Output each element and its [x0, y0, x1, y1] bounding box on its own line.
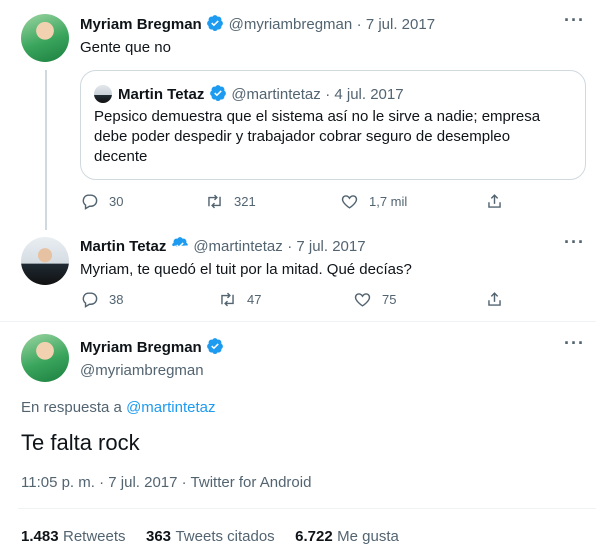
quoted-text: Pepsico demuestra que el sistema así no …	[94, 107, 579, 167]
quoted-tweet-header: Martin Tetaz @martintetaz · 4 jul. 2017	[118, 84, 404, 104]
main-tweet-meta[interactable]: 11:05 p. m. · 7 jul. 2017 · Twitter for …	[21, 474, 311, 491]
tweet1-share-button[interactable]	[485, 192, 504, 211]
share-icon	[488, 292, 501, 306]
likes-count: 6.722	[295, 528, 333, 545]
tweet2-reply-button[interactable]: 38	[80, 290, 123, 309]
verified-badge-icon	[207, 338, 224, 354]
tweet2-more-options-icon[interactable]: ···	[564, 232, 585, 253]
verified-badge-icon	[207, 15, 224, 31]
divider	[18, 508, 596, 509]
quoted-tweet[interactable]: Martin Tetaz @martintetaz · 4 jul. 2017 …	[80, 70, 586, 180]
tweet2-text: Myriam, te quedó el tuit por la mitad. Q…	[80, 261, 412, 278]
avatar-myriam-bregman[interactable]	[21, 334, 69, 382]
verified-badge-icon	[171, 237, 188, 249]
tweet1-reply-button[interactable]: 30	[80, 192, 123, 211]
tweet2-retweet-button[interactable]: 47	[218, 290, 261, 309]
share-icon	[488, 194, 501, 208]
divider	[0, 321, 596, 322]
main-author-name[interactable]: Myriam Bregman	[80, 339, 202, 356]
tweet2-like-count: 75	[382, 292, 397, 307]
main-handle[interactable]: @myriambregman	[80, 362, 224, 379]
tweet2-date[interactable]: · 7 jul. 2017	[287, 238, 365, 255]
tweet2-handle[interactable]: @martintetaz	[193, 238, 282, 255]
main-author: Myriam Bregman @myriambregman	[80, 337, 224, 379]
thread-line	[45, 70, 47, 230]
tweet1-text: Gente que no	[80, 39, 171, 56]
tweet1-header: Myriam Bregman @myriambregman · 7 jul. 2…	[80, 14, 435, 34]
tweet1-reply-count: 30	[109, 194, 124, 209]
reply-icon	[82, 194, 98, 210]
reply-context: En respuesta a @martintetaz	[21, 399, 216, 416]
avatar-martin-tetaz[interactable]	[21, 237, 69, 285]
tweet2-share-button[interactable]	[485, 290, 504, 309]
like-icon	[341, 195, 358, 209]
tweet1-author-name[interactable]: Myriam Bregman	[80, 16, 202, 33]
tweet2-header: Martin Tetaz @martintetaz · 7 jul. 2017	[80, 236, 366, 256]
likes-stat[interactable]: 6.722 Me gusta	[295, 528, 399, 545]
tweet1-date[interactable]: · 7 jul. 2017	[357, 16, 435, 33]
tweet2-author-name[interactable]: Martin Tetaz	[80, 238, 166, 255]
tweet2-like-button[interactable]: 75	[353, 290, 396, 309]
quoted-tweet-avatar	[94, 85, 112, 103]
quotes-label: Tweets citados	[175, 528, 275, 545]
avatar-myriam-bregman[interactable]	[21, 14, 69, 62]
like-icon	[354, 293, 371, 307]
tweet2-reply-count: 38	[109, 292, 124, 307]
reply-context-prefix: En respuesta a	[21, 399, 122, 416]
verified-badge-icon	[209, 85, 226, 101]
quotes-count: 363	[145, 528, 172, 545]
quoted-author-name: Martin Tetaz	[118, 86, 205, 103]
tweet1-more-options-icon[interactable]: ···	[564, 10, 585, 31]
tweet-stats: 1.483 Retweets 363 Tweets citados 6.722 …	[21, 528, 399, 546]
likes-label: Me gusta	[337, 528, 399, 545]
tweet1-handle[interactable]: @myriambregman	[229, 16, 353, 33]
retweets-label: Retweets	[63, 528, 126, 545]
quoted-text-line: Pepsico demuestra que el sistema así no …	[94, 108, 541, 125]
tweet1-retweet-button[interactable]: 321	[205, 192, 256, 211]
tweet1-like-button[interactable]: 1,7 mil	[340, 192, 407, 211]
quoted-text-line: debe poder despedir y trabajador cobrar …	[94, 128, 511, 145]
quoted-handle: @martintetaz	[231, 86, 321, 103]
retweets-stat[interactable]: 1.483 Retweets	[21, 528, 130, 545]
tweet1-retweet-count: 321	[234, 194, 256, 209]
retweets-count: 1.483	[21, 528, 59, 545]
tweet1-like-count: 1,7 mil	[369, 194, 408, 209]
reply-to-link[interactable]: @martintetaz	[126, 399, 215, 416]
quoted-date: · 4 jul. 2017	[325, 86, 404, 103]
retweet-icon	[221, 292, 234, 307]
tweet2-retweet-count: 47	[247, 292, 262, 307]
main-more-options-icon[interactable]: ···	[564, 333, 585, 354]
reply-icon	[82, 292, 98, 308]
quotes-stat[interactable]: 363 Tweets citados	[146, 528, 279, 545]
retweet-icon	[208, 194, 221, 209]
quoted-text-line: decente	[94, 148, 148, 165]
main-tweet-text: Te falta rock	[21, 430, 140, 455]
